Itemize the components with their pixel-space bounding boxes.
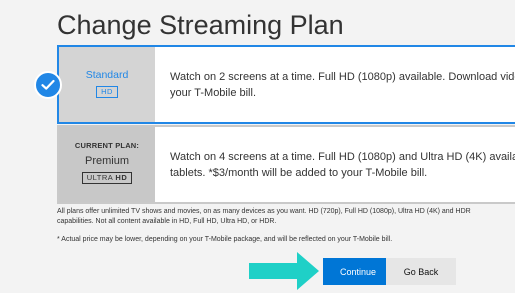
current-plan-label: CURRENT PLAN:	[74, 141, 140, 150]
fine-print-line: All plans offer unlimited TV shows and m…	[57, 208, 471, 215]
badge-text: ULTRA	[86, 173, 116, 182]
fine-print: All plans offer unlimited TV shows and m…	[57, 207, 515, 227]
plan-description-line: your T-Mobile bill.	[170, 86, 256, 99]
price-note: * Actual price may be lower, depending o…	[57, 236, 393, 243]
fine-print-line: capabilities. Not all content available …	[57, 218, 277, 225]
plan-description: Watch on 2 screens at a time. Full HD (1…	[170, 47, 515, 122]
page-title: Change Streaming Plan	[57, 10, 344, 40]
plan-description-line: Watch on 4 screens at a time. Full HD (1…	[170, 150, 515, 163]
quality-badge: HD	[96, 86, 118, 98]
plan-name-panel: CURRENT PLAN: Premium ULTRA HD	[59, 127, 155, 202]
checkmark-icon	[34, 71, 62, 99]
arrow-right-icon	[249, 252, 319, 290]
plan-description: Watch on 4 screens at a time. Full HD (1…	[170, 127, 515, 202]
go-back-button[interactable]: Go Back	[386, 258, 456, 285]
plan-name-panel: Standard HD	[59, 47, 155, 122]
plan-description-line: Watch on 2 screens at a time. Full HD (1…	[170, 70, 515, 83]
plan-name: Premium	[84, 155, 129, 167]
quality-badge: ULTRA HD	[81, 172, 133, 184]
plan-card-premium[interactable]: CURRENT PLAN: Premium ULTRA HD Watch on …	[57, 125, 515, 204]
plan-card-standard[interactable]: Standard HD Watch on 2 screens at a time…	[57, 45, 515, 124]
badge-text-bold: HD	[115, 173, 128, 182]
plan-name: Standard	[85, 69, 129, 81]
plan-description-line: tablets. *$3/month will be added to your…	[170, 166, 428, 179]
continue-button[interactable]: Continue	[323, 258, 393, 285]
